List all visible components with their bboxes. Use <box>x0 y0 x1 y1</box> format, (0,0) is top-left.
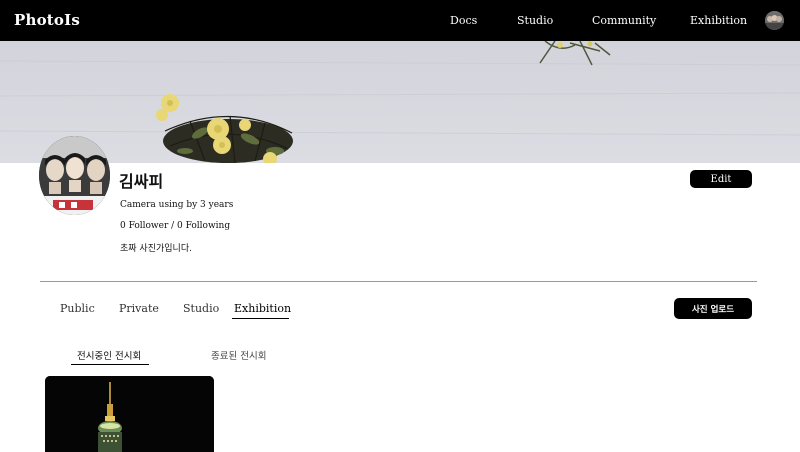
cover-image <box>0 41 800 163</box>
logo[interactable]: PhotoIs <box>14 11 80 29</box>
navbar: PhotoIs Docs Studio Community Exhibition <box>0 0 800 41</box>
active-tab-indicator <box>232 318 289 319</box>
nav-link-community[interactable]: Community <box>592 14 656 27</box>
exhibition-card[interactable] <box>45 376 214 452</box>
edit-profile-button[interactable]: Edit <box>690 170 752 188</box>
profile-camera-text: Camera using by 3 years <box>120 200 234 210</box>
profile-follow-text: 0 Follower / 0 Following <box>120 221 231 231</box>
profile-username: 김싸피 <box>119 172 164 191</box>
tab-studio[interactable]: Studio <box>183 302 219 315</box>
profile-intro: 초짜 사진가입니다. <box>120 244 192 254</box>
nav-link-exhibition[interactable]: Exhibition <box>690 14 747 27</box>
nav-link-studio[interactable]: Studio <box>517 14 553 27</box>
tab-public[interactable]: Public <box>60 302 95 315</box>
user-avatar-icon[interactable] <box>765 11 784 30</box>
subtab-ongoing-exhibitions[interactable]: 전시중인 전시회 <box>77 348 141 362</box>
profile-photo-icon[interactable] <box>39 136 110 215</box>
profile-divider <box>40 281 757 282</box>
active-subtab-indicator <box>71 364 149 365</box>
exhibition-thumbnail <box>45 376 214 452</box>
nav-link-docs[interactable]: Docs <box>450 14 477 27</box>
subtab-ended-exhibitions[interactable]: 종료된 전시회 <box>211 348 266 362</box>
tab-private[interactable]: Private <box>119 302 159 315</box>
upload-photo-button[interactable]: 사진 업로드 <box>674 298 752 319</box>
tab-exhibition[interactable]: Exhibition <box>234 302 291 315</box>
